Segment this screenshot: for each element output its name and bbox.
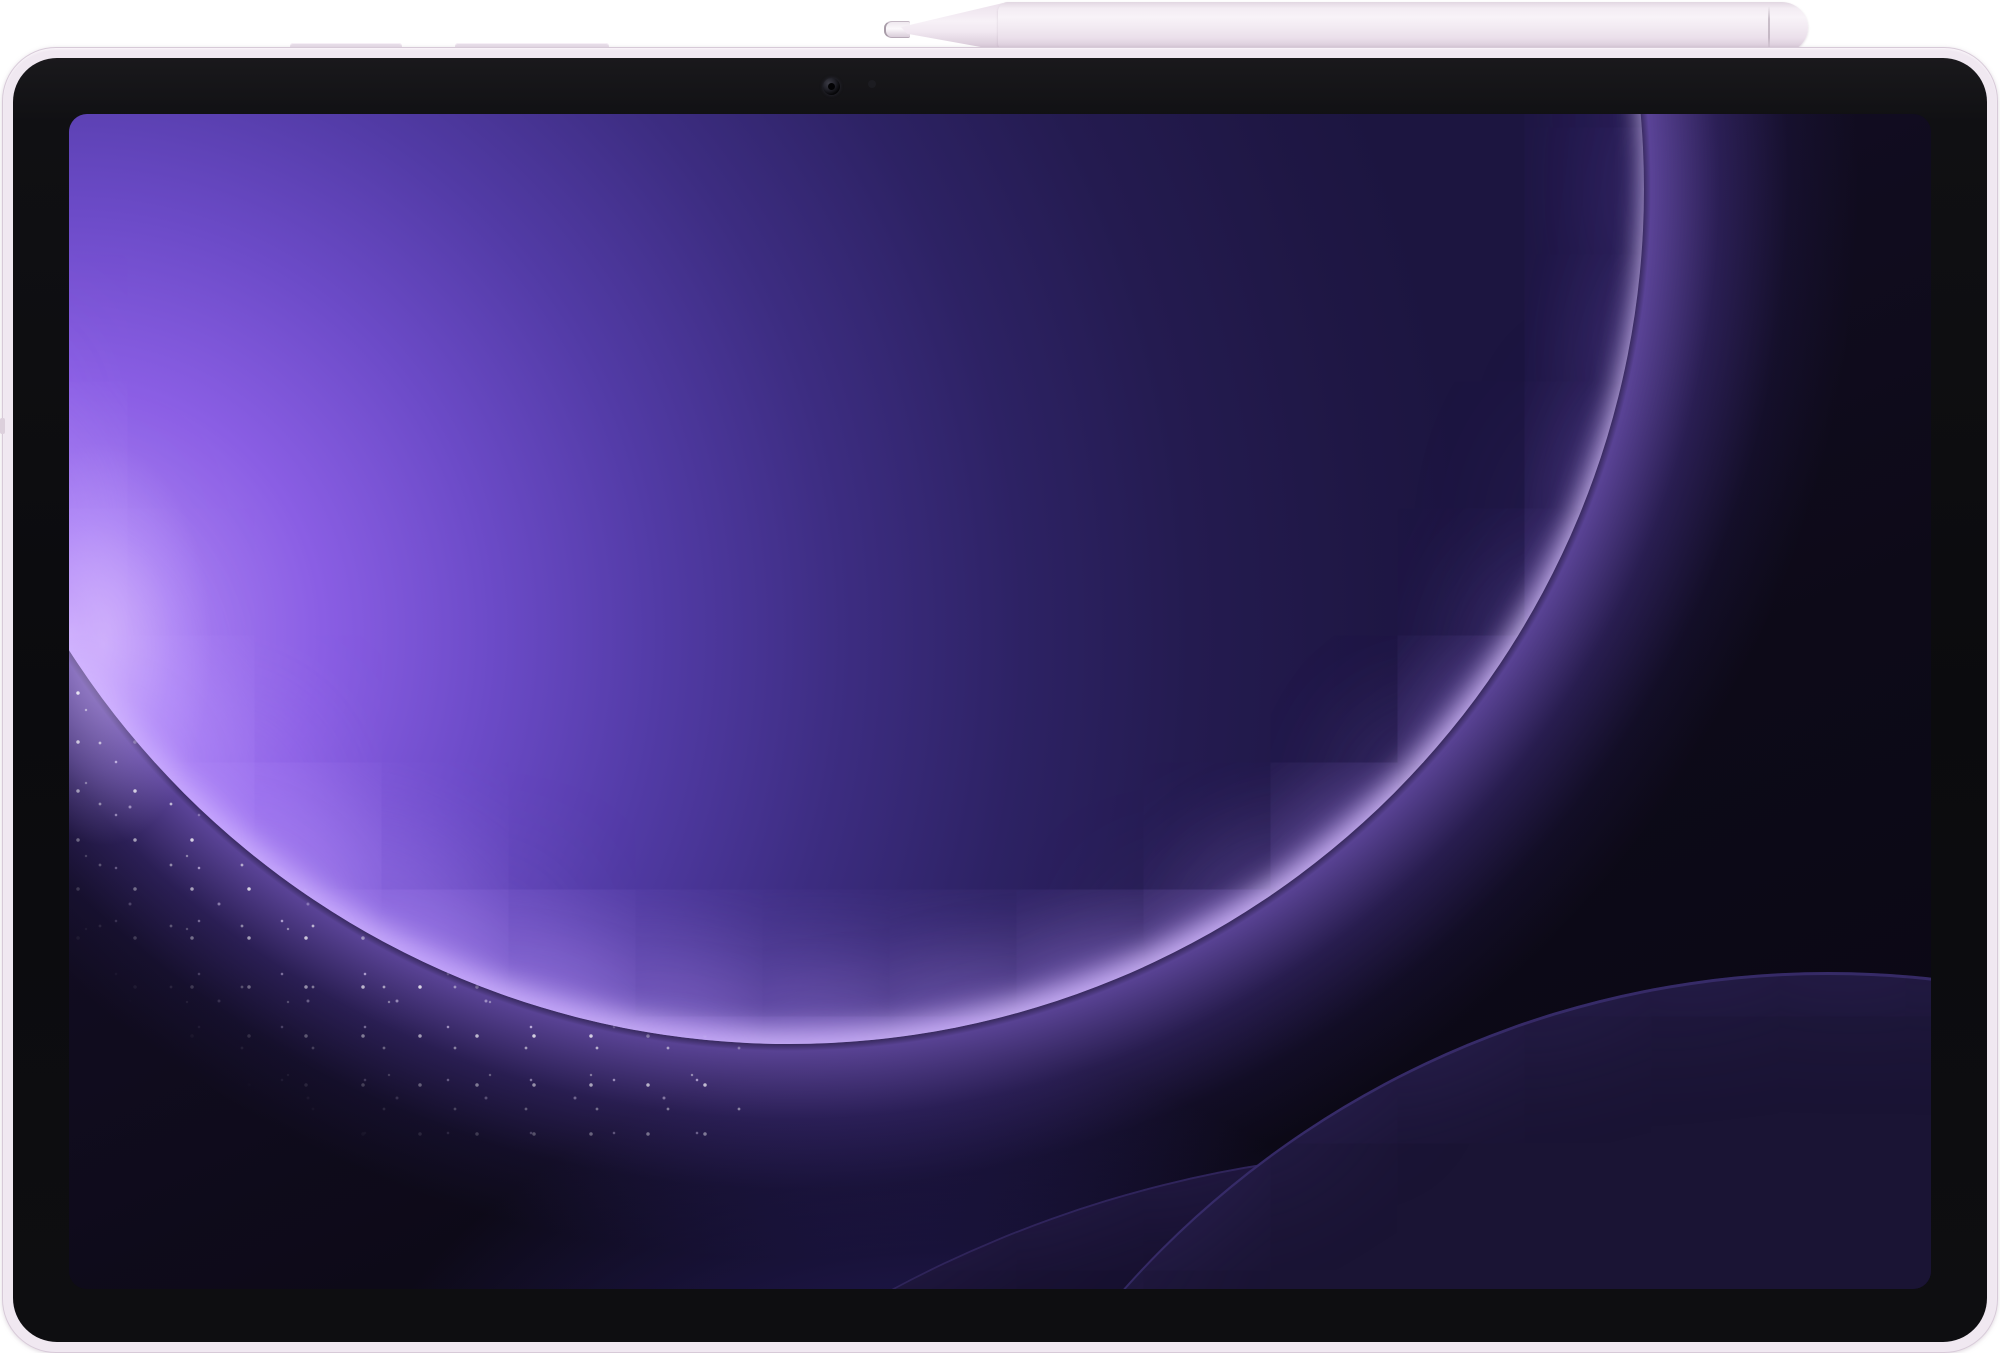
- display-screen: [69, 114, 1931, 1289]
- s-pen-cap-seam: [1768, 6, 1770, 50]
- card-tray-seam: [0, 418, 5, 434]
- s-pen-tip-cone: [901, 3, 1003, 51]
- front-camera: [823, 78, 840, 95]
- tablet-body: [2, 47, 1998, 1353]
- s-pen-body: [998, 2, 1808, 53]
- screen-bezel: [13, 58, 1987, 1342]
- ambient-light-sensor: [868, 80, 876, 88]
- camera-lens-pupil: [828, 83, 835, 90]
- product-photo: [0, 0, 2000, 1353]
- wallpaper-sparkles: [69, 584, 749, 1144]
